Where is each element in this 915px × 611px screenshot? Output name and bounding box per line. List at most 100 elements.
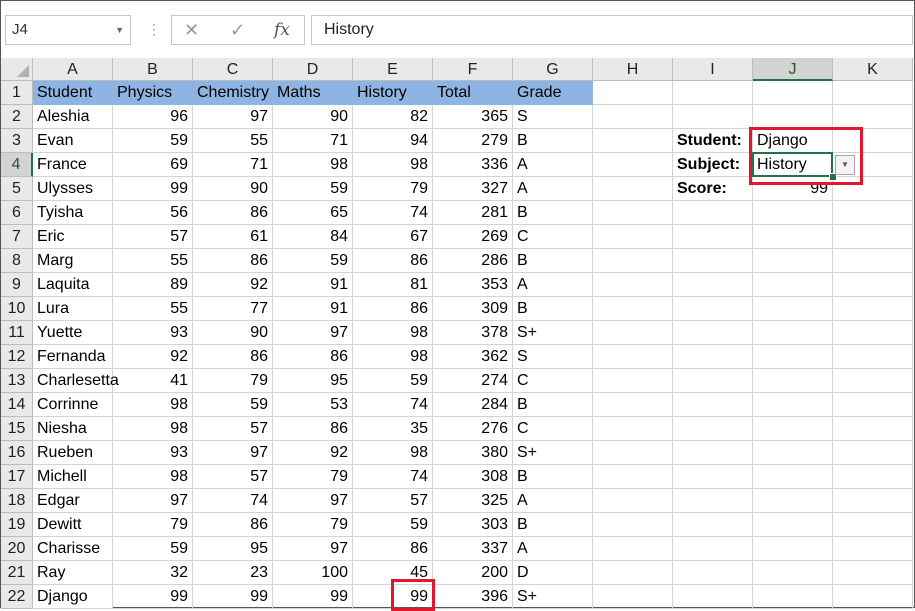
table-cell[interactable]: 59 — [273, 249, 353, 273]
table-cell[interactable]: 90 — [193, 321, 273, 345]
table-cell[interactable]: 79 — [193, 369, 273, 393]
table-cell[interactable]: S+ — [513, 585, 593, 609]
table-cell[interactable]: Charisse — [33, 537, 113, 561]
column-header-g[interactable]: G — [513, 58, 593, 81]
table-cell[interactable]: 82 — [353, 105, 433, 129]
table-cell[interactable]: 378 — [433, 321, 513, 345]
table-cell[interactable]: Yuette — [33, 321, 113, 345]
cell[interactable] — [593, 153, 673, 177]
table-cell[interactable]: 32 — [113, 561, 193, 585]
table-cell[interactable]: 86 — [273, 417, 353, 441]
table-cell[interactable]: 89 — [113, 273, 193, 297]
cell[interactable] — [753, 465, 833, 489]
table-cell[interactable]: 74 — [353, 201, 433, 225]
table-cell[interactable]: 200 — [433, 561, 513, 585]
row-header[interactable]: 12 — [1, 345, 33, 369]
table-header-cell[interactable]: Chemistry — [193, 81, 273, 105]
table-cell[interactable]: B — [513, 129, 593, 153]
table-cell[interactable]: S — [513, 345, 593, 369]
cell[interactable] — [673, 465, 753, 489]
table-cell[interactable]: D — [513, 561, 593, 585]
chevron-down-icon[interactable]: ▼ — [115, 16, 124, 44]
column-header-k[interactable]: K — [833, 58, 913, 81]
table-cell[interactable]: 65 — [273, 201, 353, 225]
table-cell[interactable]: 98 — [353, 153, 433, 177]
table-cell[interactable]: 79 — [353, 177, 433, 201]
formula-input[interactable]: History — [311, 15, 913, 45]
table-cell[interactable]: 74 — [353, 465, 433, 489]
table-cell[interactable]: C — [513, 417, 593, 441]
table-cell[interactable]: 98 — [353, 345, 433, 369]
table-cell[interactable]: 281 — [433, 201, 513, 225]
row-header[interactable]: 20 — [1, 537, 33, 561]
table-cell[interactable]: 56 — [113, 201, 193, 225]
cell[interactable] — [753, 537, 833, 561]
cell[interactable] — [593, 369, 673, 393]
row-header[interactable]: 10 — [1, 297, 33, 321]
cell[interactable] — [593, 393, 673, 417]
cell[interactable] — [593, 321, 673, 345]
column-header-i[interactable]: I — [673, 58, 753, 81]
table-cell[interactable]: 308 — [433, 465, 513, 489]
table-cell[interactable]: 98 — [113, 465, 193, 489]
table-cell[interactable]: Michell — [33, 465, 113, 489]
cell[interactable] — [833, 345, 913, 369]
table-cell[interactable]: A — [513, 273, 593, 297]
table-cell[interactable]: 55 — [113, 297, 193, 321]
table-cell[interactable]: 396 — [433, 585, 513, 609]
table-cell[interactable]: 74 — [353, 393, 433, 417]
table-header-cell[interactable]: Physics — [113, 81, 193, 105]
cell[interactable] — [833, 297, 913, 321]
checkmark-icon[interactable]: ✓ — [230, 16, 245, 44]
cell[interactable] — [593, 105, 673, 129]
table-header-cell[interactable]: Student — [33, 81, 113, 105]
cell[interactable] — [753, 105, 833, 129]
cell[interactable] — [833, 513, 913, 537]
select-all-corner[interactable] — [1, 58, 33, 81]
cell[interactable] — [673, 81, 753, 105]
table-cell[interactable]: 274 — [433, 369, 513, 393]
cell[interactable] — [833, 417, 913, 441]
cell[interactable] — [833, 465, 913, 489]
table-header-cell[interactable]: Total — [433, 81, 513, 105]
row-header[interactable]: 5 — [1, 177, 33, 201]
cell[interactable] — [753, 201, 833, 225]
row-header[interactable]: 11 — [1, 321, 33, 345]
cell[interactable] — [833, 369, 913, 393]
table-cell[interactable]: 95 — [273, 369, 353, 393]
table-cell[interactable]: S+ — [513, 321, 593, 345]
cell[interactable] — [753, 345, 833, 369]
cell[interactable] — [753, 81, 833, 105]
table-cell[interactable]: 99 — [113, 585, 193, 609]
cell[interactable] — [673, 441, 753, 465]
cell[interactable] — [593, 537, 673, 561]
table-cell[interactable]: 41 — [113, 369, 193, 393]
cell[interactable] — [833, 561, 913, 585]
row-header[interactable]: 13 — [1, 369, 33, 393]
cell[interactable] — [593, 417, 673, 441]
table-cell[interactable]: 276 — [433, 417, 513, 441]
table-cell[interactable]: 353 — [433, 273, 513, 297]
table-cell[interactable]: 53 — [273, 393, 353, 417]
table-cell[interactable]: 97 — [113, 489, 193, 513]
table-cell[interactable]: 86 — [353, 537, 433, 561]
table-cell[interactable]: Ulysses — [33, 177, 113, 201]
table-cell[interactable]: 86 — [353, 297, 433, 321]
table-cell[interactable]: Aleshia — [33, 105, 113, 129]
column-header-b[interactable]: B — [113, 58, 193, 81]
row-header[interactable]: 3 — [1, 129, 33, 153]
table-cell[interactable]: Niesha — [33, 417, 113, 441]
table-cell[interactable]: 97 — [193, 105, 273, 129]
table-cell[interactable]: 92 — [193, 273, 273, 297]
cell[interactable] — [753, 441, 833, 465]
table-cell[interactable]: Tyisha — [33, 201, 113, 225]
row-header[interactable]: 16 — [1, 441, 33, 465]
table-cell[interactable]: 59 — [113, 129, 193, 153]
table-cell[interactable]: 59 — [113, 537, 193, 561]
table-cell[interactable]: B — [513, 513, 593, 537]
table-cell[interactable]: 309 — [433, 297, 513, 321]
table-cell[interactable]: 59 — [193, 393, 273, 417]
table-cell[interactable]: 86 — [353, 249, 433, 273]
table-cell[interactable]: Dewitt — [33, 513, 113, 537]
row-header[interactable]: 15 — [1, 417, 33, 441]
